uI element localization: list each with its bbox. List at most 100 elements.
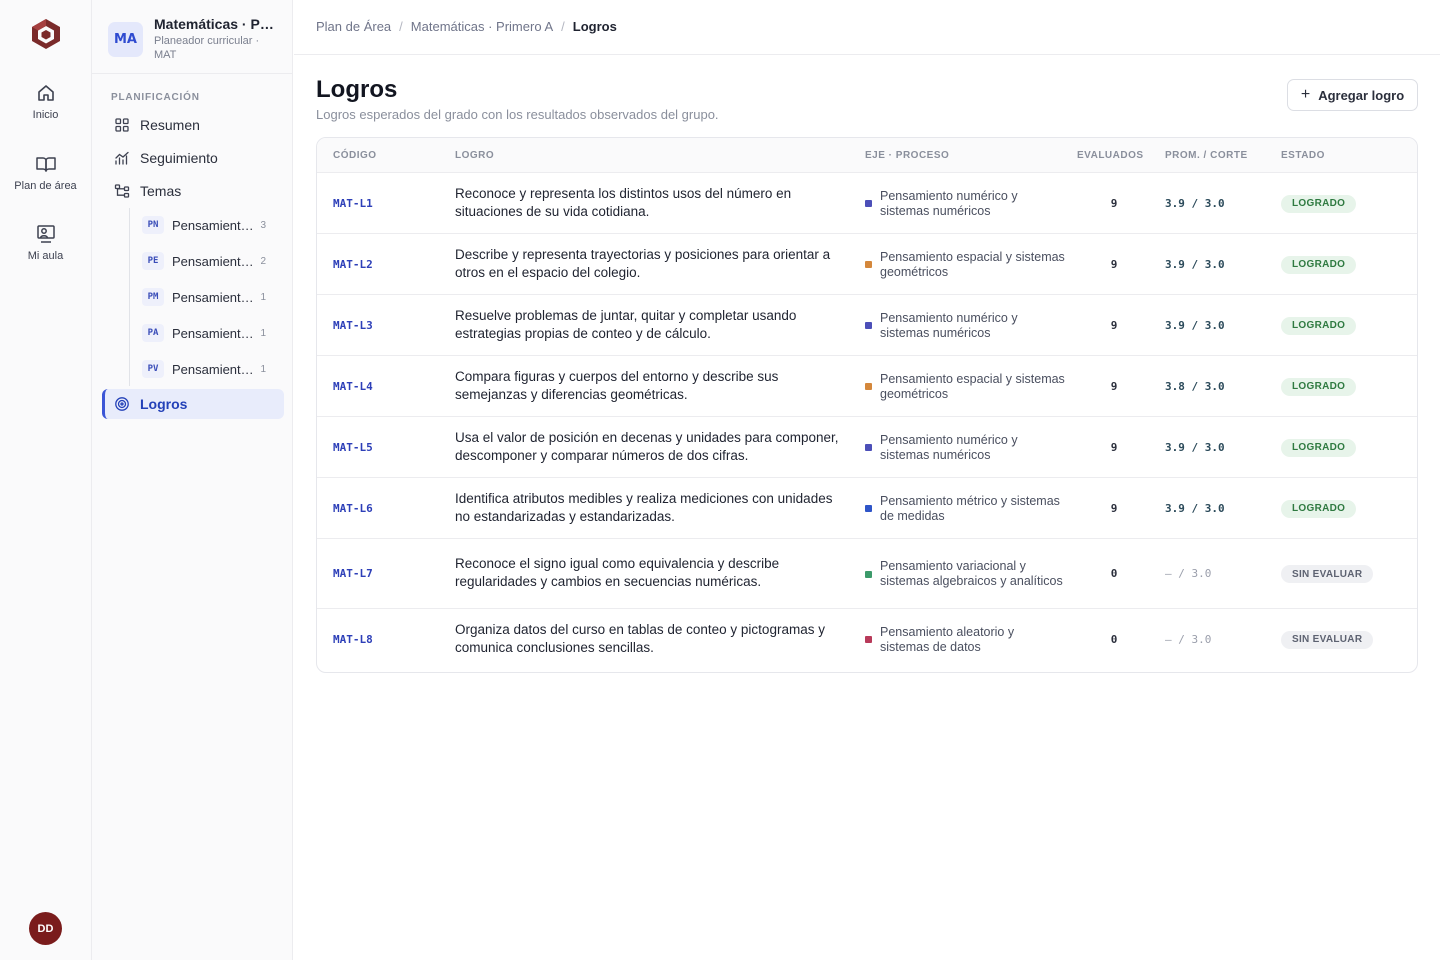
sidebar-item-seguimiento[interactable]: Seguimiento <box>102 143 284 173</box>
eje-label: Pensamiento aleatorio y sistemas de dato… <box>880 624 1015 654</box>
section-label-planificacion: PLANIFICACIÓN <box>111 92 200 103</box>
topic-tree-line <box>129 208 130 386</box>
column-header-estado[interactable]: ESTADO <box>1281 150 1325 161</box>
course-subtitle: Planeador curricular · MAT <box>154 34 278 62</box>
status-badge: LOGRADO <box>1281 194 1357 213</box>
page-subtitle: Logros esperados del grado con los resul… <box>316 107 719 122</box>
topic-count: 1 <box>260 363 266 375</box>
topic-item-pn[interactable]: PN Pensamient… 3 <box>142 211 284 239</box>
status-badge: LOGRADO <box>1281 316 1357 335</box>
sidebar-item-label: Seguimiento <box>140 150 218 166</box>
topic-item-pe[interactable]: PE Pensamient… 2 <box>142 247 284 275</box>
logro-eje: Pensamiento métrico y sistemas de medida… <box>865 478 1065 539</box>
rail-label-inicio: Inicio <box>32 109 59 121</box>
add-logro-button[interactable]: + Agregar logro <box>1287 79 1418 111</box>
topbar-divider <box>294 54 1440 55</box>
course-title: Matemáticas · Pr… <box>154 16 278 32</box>
breadcrumb-current: Logros <box>572 19 617 34</box>
status-badge: SIN EVALUAR <box>1281 630 1374 649</box>
logro-description: Identifica atributos medibles y realiza … <box>455 490 833 524</box>
table-row[interactable]: MAT-L1 Reconoce y representa los distinto… <box>317 173 1417 234</box>
table-row[interactable]: MAT-L5 Usa el valor de posición en decena… <box>317 417 1417 478</box>
evaluados-count: 0 <box>1110 632 1118 646</box>
topic-code-badge: PE <box>142 252 164 270</box>
logro-eje: Pensamiento numérico y sistemas numérico… <box>865 173 1065 234</box>
topic-count: 2 <box>260 255 266 267</box>
plus-icon: + <box>1300 86 1311 103</box>
sidebar-item-temas[interactable]: Temas <box>102 176 284 206</box>
topic-item-pa[interactable]: PA Pensamient… 1 <box>142 319 284 347</box>
logro-description: Organiza datos del curso en tablas de co… <box>455 621 825 655</box>
sidebar-item-label: Logros <box>140 396 188 412</box>
prom-corte-value: 3.9 / 3.0 <box>1165 196 1225 210</box>
prom-corte-value: 3.9 / 3.0 <box>1165 440 1225 454</box>
logro-code: MAT-L2 <box>333 257 373 271</box>
table-row[interactable]: MAT-L7 Reconoce el signo igual como equiv… <box>317 539 1417 609</box>
eje-color-dot <box>865 444 872 451</box>
user-avatar[interactable]: DD <box>29 912 62 945</box>
prom-corte-value: — / 3.0 <box>1165 567 1212 580</box>
evaluados-count: 9 <box>1110 196 1118 210</box>
logro-eje: Pensamiento variacional y sistemas algeb… <box>865 539 1065 609</box>
table-row[interactable]: MAT-L6 Identifica atributos medibles y re… <box>317 478 1417 539</box>
classroom-icon <box>36 225 55 243</box>
eje-color-dot <box>865 570 872 578</box>
logro-code: MAT-L8 <box>333 632 373 646</box>
grid-icon <box>115 118 129 132</box>
topic-item-pv[interactable]: PV Pensamient… 1 <box>142 355 284 383</box>
logro-code: MAT-L4 <box>333 379 373 393</box>
course-badge: MA <box>108 22 143 57</box>
sidebar-item-logros[interactable]: Logros <box>102 389 284 419</box>
column-header-logro[interactable]: LOGRO <box>455 150 494 161</box>
status-badge: LOGRADO <box>1281 499 1357 518</box>
course-subtitle-line2: MAT <box>154 49 177 61</box>
table-row[interactable]: MAT-L3 Resuelve problemas de juntar, quit… <box>317 295 1417 356</box>
logro-description: Reconoce el signo igual como equivalenci… <box>455 556 780 589</box>
rail-item-plan-de-area[interactable]: Plan de área <box>0 153 91 192</box>
evaluados-count: 9 <box>1110 257 1118 271</box>
eje-color-dot <box>865 261 872 268</box>
rail-label-mi-aula: Mi aula <box>27 250 64 262</box>
home-icon <box>37 85 54 101</box>
topic-label: Pensamient… <box>172 289 254 305</box>
column-header-eje[interactable]: EJE · PROCESO <box>865 150 949 161</box>
column-header-codigo[interactable]: CÓDIGO <box>333 150 377 161</box>
column-header-prom-corte[interactable]: PROM. / CORTE <box>1165 150 1248 161</box>
rail-item-mi-aula[interactable]: Mi aula <box>0 223 91 262</box>
tree-icon <box>114 184 130 198</box>
table-row[interactable]: MAT-L4 Compara figuras y cuerpos del ento… <box>317 356 1417 417</box>
topic-code-badge: PM <box>142 288 164 306</box>
table-row[interactable]: MAT-L2 Describe y representa trayectorias… <box>317 234 1417 295</box>
app-logo-icon[interactable] <box>30 17 62 51</box>
topic-label: Pensamient… <box>172 253 254 269</box>
breadcrumb-link-curso[interactable]: Matemáticas · Primero A <box>411 19 553 34</box>
table-row[interactable]: MAT-L8 Organiza datos del curso en tablas… <box>317 609 1417 670</box>
evaluados-count: 9 <box>1110 440 1118 454</box>
logro-eje: Pensamiento numérico y sistemas numérico… <box>865 417 1065 478</box>
topic-label: Pensamient… <box>172 361 254 377</box>
logro-description: Compara figuras y cuerpos del entorno y … <box>455 368 779 402</box>
logro-eje: Pensamiento espacial y sistemas geométri… <box>865 234 1065 295</box>
breadcrumb: Plan de Área / Matemáticas · Primero A /… <box>316 19 617 34</box>
breadcrumb-separator: / <box>561 19 565 34</box>
sidebar-item-label: Resumen <box>140 117 200 133</box>
logro-description: Resuelve problemas de juntar, quitar y c… <box>455 307 797 341</box>
target-icon <box>115 397 129 411</box>
logro-code: MAT-L6 <box>333 501 373 515</box>
evaluados-count: 9 <box>1110 379 1118 393</box>
rail-item-inicio[interactable]: Inicio <box>0 82 91 121</box>
logros-table: CÓDIGO LOGRO EJE · PROCESO EVALUADOS PRO… <box>316 137 1418 673</box>
sidebar-item-resumen[interactable]: Resumen <box>102 110 284 140</box>
column-header-evaluados[interactable]: EVALUADOS <box>1077 150 1144 161</box>
status-badge: LOGRADO <box>1281 255 1357 274</box>
logro-eje: Pensamiento aleatorio y sistemas de dato… <box>865 609 1065 670</box>
eje-color-dot <box>865 322 872 329</box>
logro-description: Describe y representa trayectorias y pos… <box>455 246 831 280</box>
breadcrumb-link-plan-de-area[interactable]: Plan de Área <box>316 19 391 34</box>
course-header[interactable]: MA Matemáticas · Pr… Planeador curricula… <box>92 0 292 74</box>
topic-item-pm[interactable]: PM Pensamient… 1 <box>142 283 284 311</box>
add-logro-label: Agregar logro <box>1318 87 1405 103</box>
topic-count: 1 <box>260 291 266 303</box>
eje-color-dot <box>865 383 872 390</box>
logro-description: Reconoce y representa los distintos usos… <box>455 185 792 219</box>
